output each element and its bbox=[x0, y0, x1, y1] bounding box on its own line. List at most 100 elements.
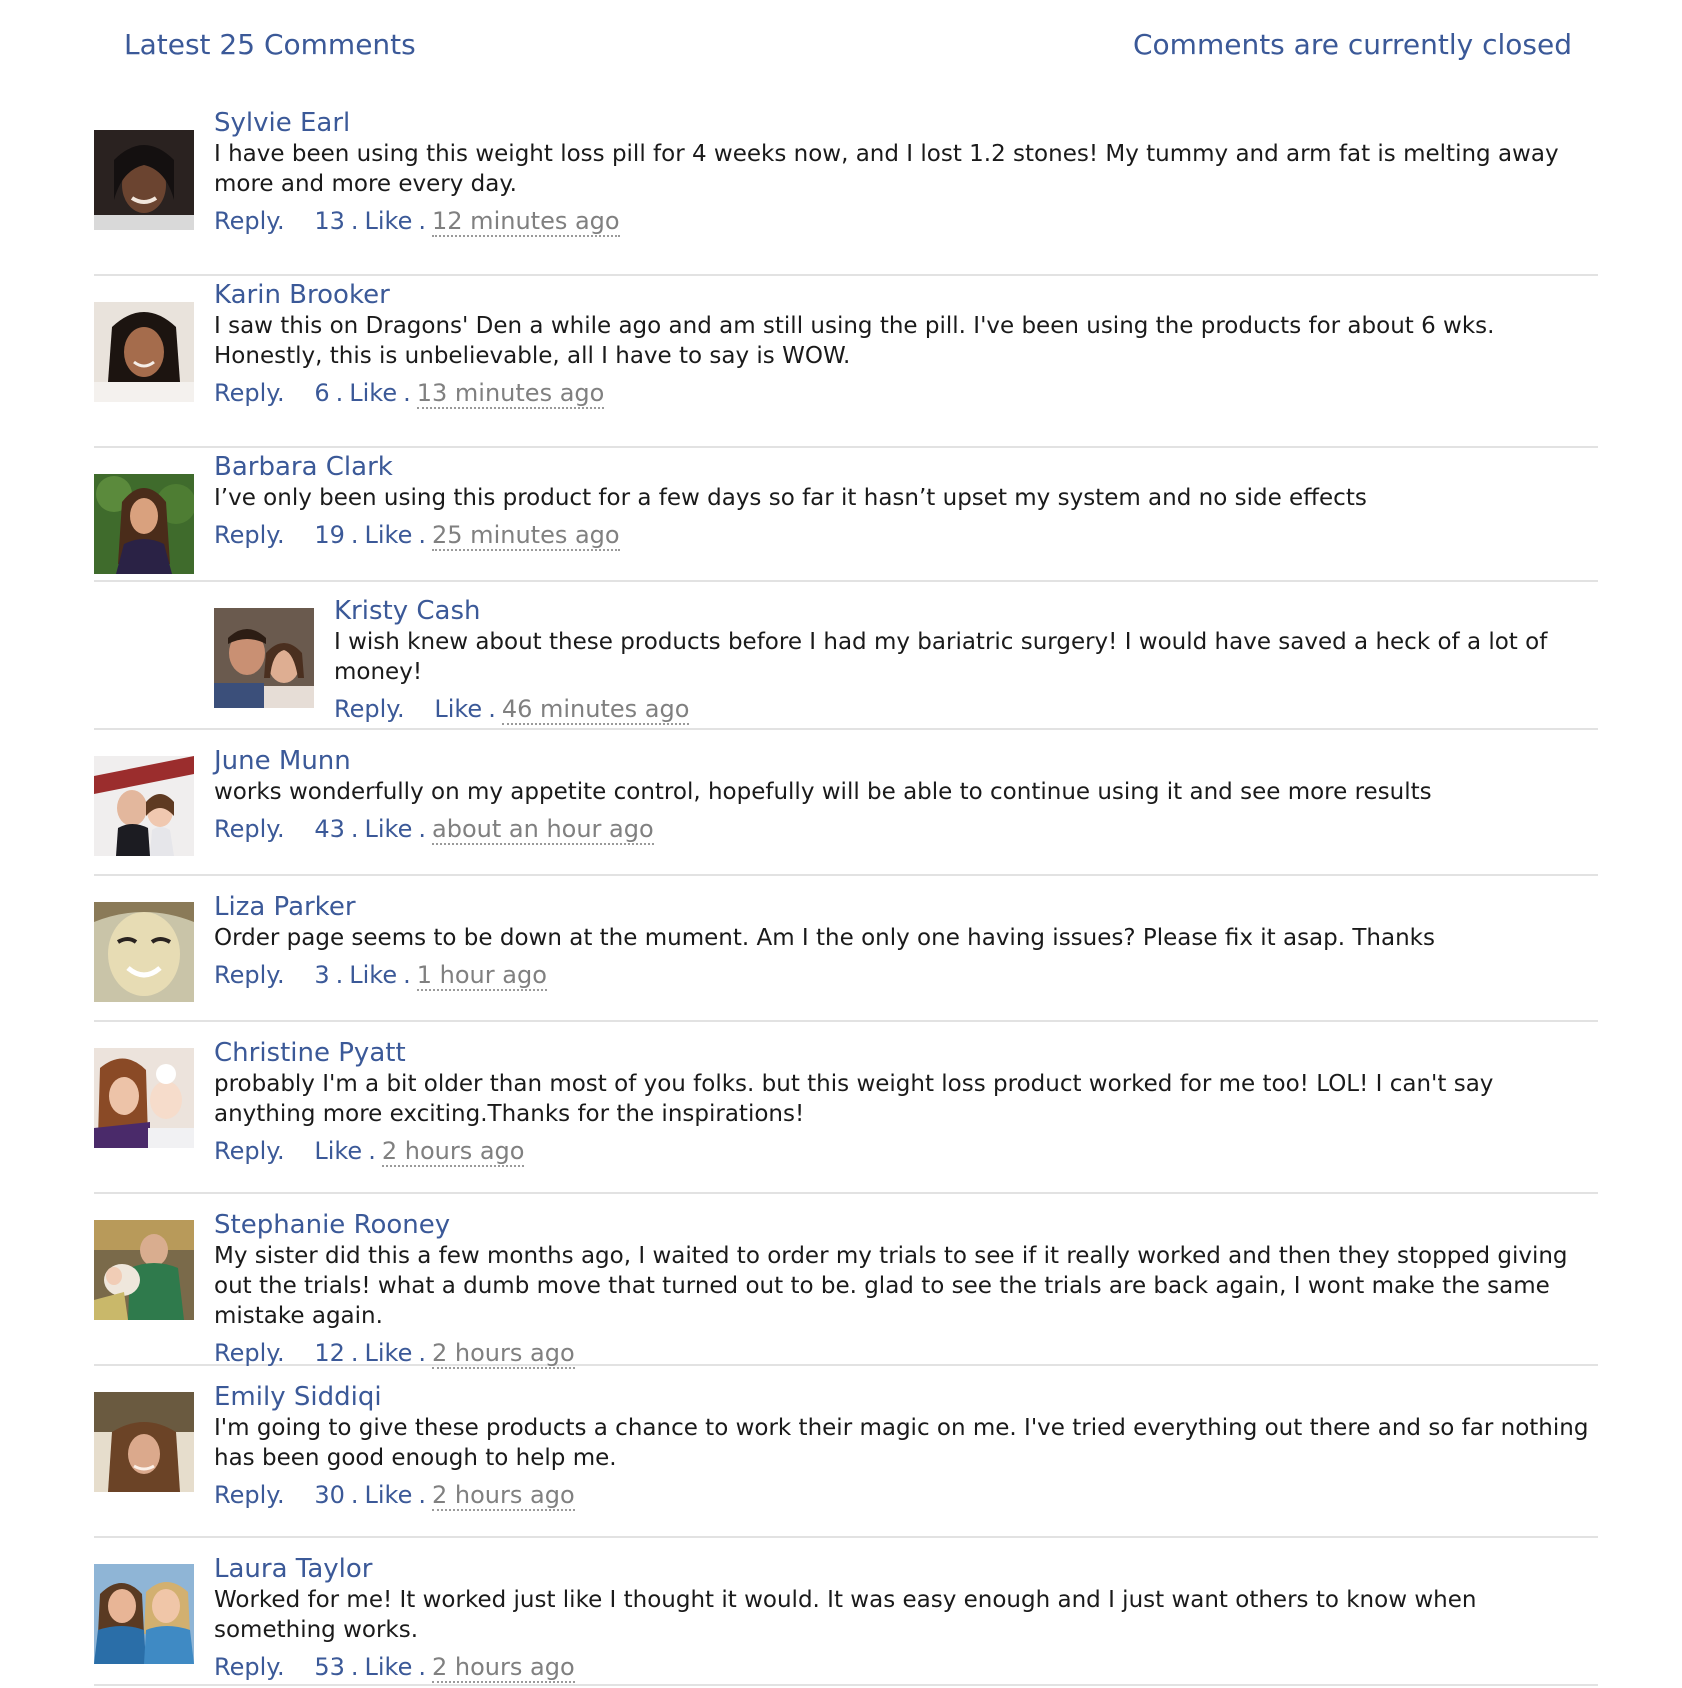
comment-author[interactable]: Karin Brooker bbox=[214, 280, 1598, 310]
like-count: 53 bbox=[314, 1653, 345, 1681]
like-link[interactable]: Like bbox=[365, 1481, 413, 1509]
comment-author[interactable]: Emily Siddiqi bbox=[214, 1382, 1598, 1412]
like-link[interactable]: Like bbox=[349, 961, 397, 989]
like-link[interactable]: Like bbox=[365, 1339, 413, 1367]
comment-timestamp[interactable]: 13 minutes ago bbox=[416, 379, 605, 409]
comment-actions: Reply. 53. Like. 2 hours ago bbox=[214, 1652, 1598, 1683]
comment-author[interactable]: June Munn bbox=[214, 746, 1598, 776]
comment-body: Karin Brooker I saw this on Dragons' Den… bbox=[214, 280, 1598, 409]
comment-actions: Reply. 12. Like. 2 hours ago bbox=[214, 1338, 1598, 1369]
comment-text: works wonderfully on my appetite control… bbox=[214, 779, 1432, 805]
comment-actions: Reply. 3. Like. 1 hour ago bbox=[214, 960, 1598, 991]
comment-item: June Munn works wonderfully on my appeti… bbox=[94, 730, 1598, 876]
comment-timestamp[interactable]: about an hour ago bbox=[432, 815, 654, 845]
like-link[interactable]: Like bbox=[349, 379, 397, 407]
reply-link[interactable]: Reply. bbox=[214, 1481, 285, 1509]
comment-body: Christine Pyatt probably I'm a bit older… bbox=[214, 1038, 1598, 1167]
separator-dot: . bbox=[418, 207, 427, 235]
reply-link[interactable]: Reply. bbox=[214, 207, 285, 235]
comment-timestamp[interactable]: 12 minutes ago bbox=[432, 207, 620, 237]
like-link[interactable]: Like bbox=[314, 1137, 362, 1165]
like-link[interactable]: Like bbox=[365, 521, 413, 549]
comment-author[interactable]: Barbara Clark bbox=[214, 452, 1598, 482]
comment-body: Barbara Clark I’ve only been using this … bbox=[214, 452, 1598, 551]
separator-dot: . bbox=[350, 207, 359, 235]
like-count: 43 bbox=[314, 815, 345, 843]
avatar[interactable] bbox=[94, 302, 194, 402]
reply-link[interactable]: Reply. bbox=[214, 1137, 285, 1165]
comment-item: Stephanie Rooney My sister did this a fe… bbox=[94, 1194, 1598, 1369]
avatar[interactable] bbox=[94, 130, 194, 230]
comment-author[interactable]: Stephanie Rooney bbox=[214, 1210, 1598, 1240]
separator-dot: . bbox=[418, 1339, 427, 1367]
avatar[interactable] bbox=[94, 1220, 194, 1320]
reply-comment-item: Kristy Cash I wish knew about these prod… bbox=[214, 582, 1598, 728]
avatar[interactable] bbox=[94, 1564, 194, 1664]
avatar[interactable] bbox=[94, 902, 194, 1002]
like-count: 3 bbox=[314, 961, 330, 989]
comments-header: Latest 25 Comments Comments are currentl… bbox=[0, 0, 1682, 90]
reply-link[interactable]: Reply. bbox=[214, 1653, 285, 1681]
avatar[interactable] bbox=[94, 1392, 194, 1492]
comment-actions: Reply. 13. Like. 12 minutes ago bbox=[214, 206, 1598, 237]
like-count: 13 bbox=[314, 207, 345, 235]
like-count: 6 bbox=[314, 379, 330, 407]
comment-text: My sister did this a few months ago, I w… bbox=[214, 1243, 1568, 1329]
comment-author[interactable]: Sylvie Earl bbox=[214, 108, 1598, 138]
comment-list: Sylvie Earl I have been using this weigh… bbox=[94, 104, 1598, 1686]
comment-item: Emily Siddiqi I'm going to give these pr… bbox=[94, 1366, 1598, 1538]
separator-dot: . bbox=[350, 1339, 359, 1367]
comment-timestamp[interactable]: 2 hours ago bbox=[432, 1653, 575, 1683]
comment-text: Worked for me! It worked just like I tho… bbox=[214, 1587, 1477, 1643]
reply-link[interactable]: Reply. bbox=[214, 379, 285, 407]
comment-body: Sylvie Earl I have been using this weigh… bbox=[214, 108, 1598, 237]
like-link[interactable]: Like bbox=[434, 695, 482, 723]
comment-text: I wish knew about these products before … bbox=[334, 629, 1548, 685]
comment-author[interactable]: Kristy Cash bbox=[334, 596, 1598, 626]
comment-actions: Reply. 6. Like. 13 minutes ago bbox=[214, 378, 1598, 409]
separator-dot: . bbox=[368, 1137, 376, 1165]
avatar[interactable] bbox=[94, 474, 194, 574]
comment-author[interactable]: Christine Pyatt bbox=[214, 1038, 1598, 1068]
avatar[interactable] bbox=[214, 608, 314, 708]
separator-dot: . bbox=[350, 1653, 359, 1681]
comment-timestamp[interactable]: 25 minutes ago bbox=[432, 521, 620, 551]
comment-author[interactable]: Liza Parker bbox=[214, 892, 1598, 922]
separator-dot: . bbox=[418, 521, 427, 549]
comment-timestamp[interactable]: 2 hours ago bbox=[381, 1137, 525, 1167]
comment-body: Emily Siddiqi I'm going to give these pr… bbox=[214, 1382, 1598, 1511]
like-count: 19 bbox=[314, 521, 345, 549]
comment-item: Christine Pyatt probably I'm a bit older… bbox=[94, 1022, 1598, 1194]
like-link[interactable]: Like bbox=[365, 815, 413, 843]
comment-timestamp[interactable]: 2 hours ago bbox=[432, 1339, 575, 1369]
like-link[interactable]: Like bbox=[365, 1653, 413, 1681]
reply-container: Kristy Cash I wish knew about these prod… bbox=[94, 582, 1598, 730]
reply-link[interactable]: Reply. bbox=[214, 1339, 285, 1367]
comment-timestamp[interactable]: 2 hours ago bbox=[432, 1481, 575, 1511]
comments-page: Latest 25 Comments Comments are currentl… bbox=[0, 0, 1682, 1688]
separator-dot: . bbox=[335, 961, 344, 989]
reply-link[interactable]: Reply. bbox=[214, 815, 285, 843]
reply-link[interactable]: Reply. bbox=[334, 695, 405, 723]
comment-body: Liza Parker Order page seems to be down … bbox=[214, 892, 1598, 991]
reply-link[interactable]: Reply. bbox=[214, 521, 285, 549]
separator-dot: . bbox=[418, 1653, 427, 1681]
comment-body: June Munn works wonderfully on my appeti… bbox=[214, 746, 1598, 845]
comment-actions: Reply. Like. 46 minutes ago bbox=[334, 694, 1598, 725]
comment-timestamp[interactable]: 46 minutes ago bbox=[501, 695, 690, 725]
separator-dot: . bbox=[335, 379, 344, 407]
separator-dot: . bbox=[350, 521, 359, 549]
separator-dot: . bbox=[488, 695, 496, 723]
comment-text: probably I'm a bit older than most of yo… bbox=[214, 1071, 1494, 1127]
comment-author[interactable]: Laura Taylor bbox=[214, 1554, 1598, 1584]
comment-text: I have been using this weight loss pill … bbox=[214, 141, 1559, 197]
comments-status: Comments are currently closed bbox=[1132, 28, 1572, 61]
avatar[interactable] bbox=[94, 756, 194, 856]
comment-text: Order page seems to be down at the mumen… bbox=[214, 925, 1435, 951]
comment-timestamp[interactable]: 1 hour ago bbox=[416, 961, 547, 991]
avatar[interactable] bbox=[94, 1048, 194, 1148]
reply-link[interactable]: Reply. bbox=[214, 961, 285, 989]
comment-item: Laura Taylor Worked for me! It worked ju… bbox=[94, 1538, 1598, 1686]
comment-item: Barbara Clark I’ve only been using this … bbox=[94, 448, 1598, 582]
like-link[interactable]: Like bbox=[365, 207, 413, 235]
